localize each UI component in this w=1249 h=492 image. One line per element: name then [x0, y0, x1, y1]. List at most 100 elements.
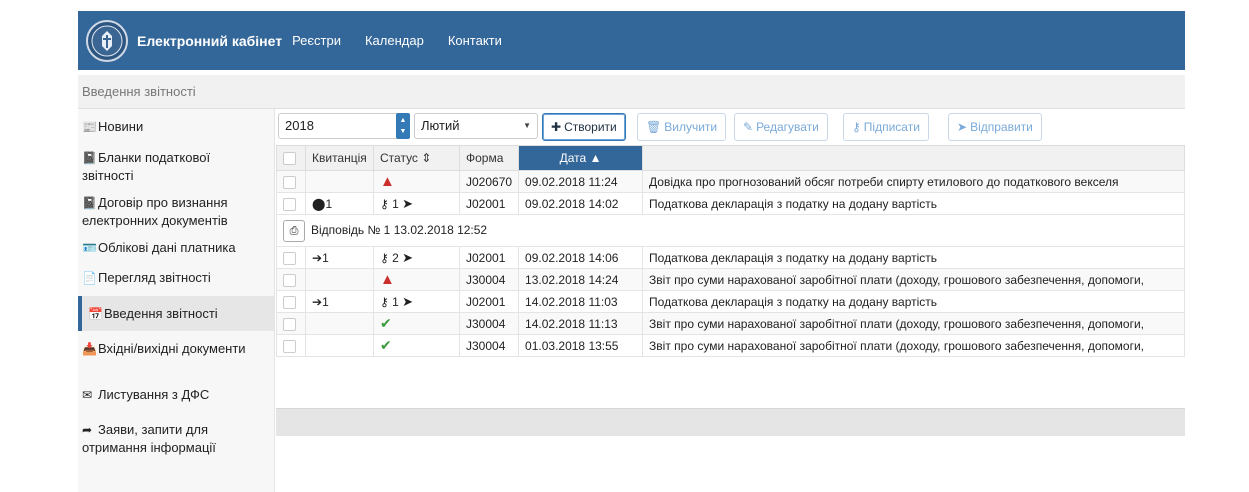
warning-icon: ▲	[380, 271, 395, 288]
nav-link-registers[interactable]: Реєстри	[292, 33, 341, 48]
receipt-cell	[305, 334, 374, 357]
book-icon: 📓	[82, 151, 97, 165]
status-cell: ⚷ 1 ➤	[373, 290, 460, 313]
description-cell: Податкова декларація з податку на додану…	[642, 246, 1185, 269]
col-receipt-header[interactable]: Квитанція	[305, 145, 374, 171]
create-button[interactable]: ✚ Створити	[542, 113, 626, 141]
sidebar: 📰Новини 📓Бланки податкової звітності 📓До…	[78, 109, 275, 492]
chevron-circle-right-icon: ➔	[312, 250, 323, 265]
chevron-circle-down-icon: ⬤	[312, 196, 326, 211]
nav-link-calendar[interactable]: Календар	[365, 33, 424, 48]
sidebar-item-news[interactable]: 📰Новини	[78, 109, 274, 140]
share-arrow-icon: ➦	[82, 423, 93, 437]
form-cell: J30004	[458, 268, 520, 291]
description-cell: Звіт про суми нарахованої заробітної пла…	[642, 312, 1185, 335]
inbox-icon: 📥	[82, 342, 97, 356]
sidebar-item-label: Облікові дані платника	[98, 240, 236, 255]
checkmark-icon: ✔	[380, 337, 392, 353]
date-header-label: Дата	[559, 151, 587, 165]
select-all-checkbox[interactable]	[283, 152, 296, 166]
row-checkbox[interactable]	[283, 295, 296, 309]
row-checkbox[interactable]	[283, 273, 296, 287]
table-row[interactable]: ✔ J30004 01.03.2018 13:55 Звіт про суми …	[276, 334, 1185, 357]
year-input[interactable]: 2018	[278, 113, 398, 139]
table-row[interactable]: ▲ J30004 13.02.2018 14:24 Звіт про суми …	[276, 268, 1185, 291]
sidebar-item-label: Введення звітності	[104, 306, 218, 321]
row-checkbox[interactable]	[283, 317, 296, 331]
sidebar-item-enter-reports[interactable]: 📅Введення звітності	[78, 296, 274, 331]
sidebar-item-forms[interactable]: 📓Бланки податкової звітності	[78, 140, 274, 185]
row-checkbox[interactable]	[283, 175, 296, 189]
sidebar-item-inbox[interactable]: 📥Вхідні/вихідні документи	[78, 331, 274, 377]
caret-down-icon: ▼	[523, 121, 531, 130]
description-cell: Звіт про суми нарахованої заробітної пла…	[642, 334, 1185, 357]
sidebar-item-label: Перегляд звітності	[98, 270, 211, 285]
trash-icon: 🗑	[646, 120, 662, 134]
key-count: 1	[392, 196, 399, 211]
table-row[interactable]: ⬤1 ⚷ 1 ➤ J02001 09.02.2018 14:02 Податко…	[276, 192, 1185, 215]
month-select[interactable]: Лютий ▼	[414, 113, 538, 139]
receipt-cell[interactable]: ➔1	[305, 290, 374, 313]
checkmark-icon: ✔	[380, 315, 392, 331]
pdf-file-icon[interactable]: ⎙	[283, 219, 305, 242]
form-cell: J02001	[458, 192, 520, 215]
state-emblem-icon[interactable]	[86, 19, 128, 62]
table-row[interactable]: ➔1 ⚷ 1 ➤ J02001 14.02.2018 11:03 Податко…	[276, 290, 1185, 313]
sidebar-item-agreement[interactable]: 📓Договір про визнання електронних докуме…	[78, 185, 274, 228]
date-cell: 09.02.2018 11:24	[518, 170, 644, 193]
main-content: 2018 ▲ ▼ Лютий ▼ ✚ Створити 🗑 Вилучити ✎ Реда…	[275, 109, 1185, 492]
table-row[interactable]: ▲ J020670 09.02.2018 11:24 Довідка про п…	[276, 170, 1185, 193]
form-cell: J020670	[458, 170, 520, 193]
year-spinner[interactable]: ▲ ▼	[396, 113, 410, 139]
status-header-label: Статус	[380, 151, 418, 165]
sidebar-item-account-data[interactable]: 🪪Облікові дані платника	[78, 228, 274, 260]
key-icon: ⚷	[852, 120, 861, 134]
sidebar-item-correspondence[interactable]: ✉ Листування з ДФС	[78, 377, 274, 412]
send-label: Відправити	[970, 120, 1033, 134]
caret-up-icon: ▲	[399, 117, 407, 124]
delete-button[interactable]: 🗑 Вилучити	[637, 113, 727, 141]
paper-plane-icon: ➤	[402, 293, 414, 309]
chevron-circle-right-icon: ➔	[312, 294, 323, 309]
brand-title[interactable]: Електронний кабінет	[137, 33, 282, 49]
date-cell: 09.02.2018 14:06	[518, 246, 644, 269]
key-count: 2	[392, 250, 399, 265]
envelope-icon: ✉	[82, 388, 93, 402]
edit-button[interactable]: ✎ Редагувати	[734, 113, 828, 141]
paper-plane-icon: ➤	[402, 249, 414, 265]
description-cell: Податкова декларація з податку на додану…	[642, 192, 1185, 215]
receipt-cell[interactable]: ⬤1	[305, 192, 374, 215]
status-cell: ▲	[373, 170, 460, 193]
table-row[interactable]: ✔ J30004 14.02.2018 11:13 Звіт про суми …	[276, 312, 1185, 335]
status-cell: ⚷ 1 ➤	[373, 192, 460, 215]
sidebar-item-requests[interactable]: ➦ Заяви, запити для отримання інформації	[78, 412, 274, 462]
app-window: Електронний кабінет Реєстри Календар Кон…	[78, 11, 1185, 492]
table-row[interactable]: ➔1 ⚷ 2 ➤ J02001 09.02.2018 14:06 Податко…	[276, 246, 1185, 269]
sort-icon: ⇕	[421, 151, 432, 165]
sign-button[interactable]: ⚷ Підписати	[843, 113, 929, 141]
paper-plane-icon: ➤	[957, 120, 968, 134]
row-checkbox[interactable]	[283, 339, 296, 353]
date-cell: 13.02.2018 14:24	[518, 268, 644, 291]
date-cell: 14.02.2018 11:13	[518, 312, 644, 335]
nav-link-contacts[interactable]: Контакти	[448, 33, 502, 48]
sidebar-item-view-reports[interactable]: 📄Перегляд звітності	[78, 260, 274, 296]
row-checkbox[interactable]	[283, 251, 296, 265]
receipt-cell	[305, 268, 374, 291]
description-cell: Податкова декларація з податку на додану…	[642, 290, 1185, 313]
col-date-header[interactable]: Дата ▲	[518, 145, 644, 171]
table-footer	[276, 408, 1185, 436]
key-count: 1	[392, 294, 399, 309]
row-checkbox[interactable]	[283, 197, 296, 211]
send-button[interactable]: ➤ Відправити	[948, 113, 1042, 141]
col-status-header[interactable]: Статус ⇕	[373, 145, 460, 171]
receipt-count: 1	[322, 250, 329, 265]
sidebar-item-label: Заяви, запити для отримання інформації	[82, 422, 216, 455]
col-form-header[interactable]: Форма	[458, 145, 520, 171]
calendar-icon: 📅	[88, 307, 103, 321]
sidebar-item-label: Вхідні/вихідні документи	[98, 341, 246, 356]
receipt-cell[interactable]: ➔1	[305, 246, 374, 269]
receipt-cell	[305, 312, 374, 335]
edit-label: Редагувати	[756, 120, 819, 134]
col-description-header	[642, 145, 1185, 171]
